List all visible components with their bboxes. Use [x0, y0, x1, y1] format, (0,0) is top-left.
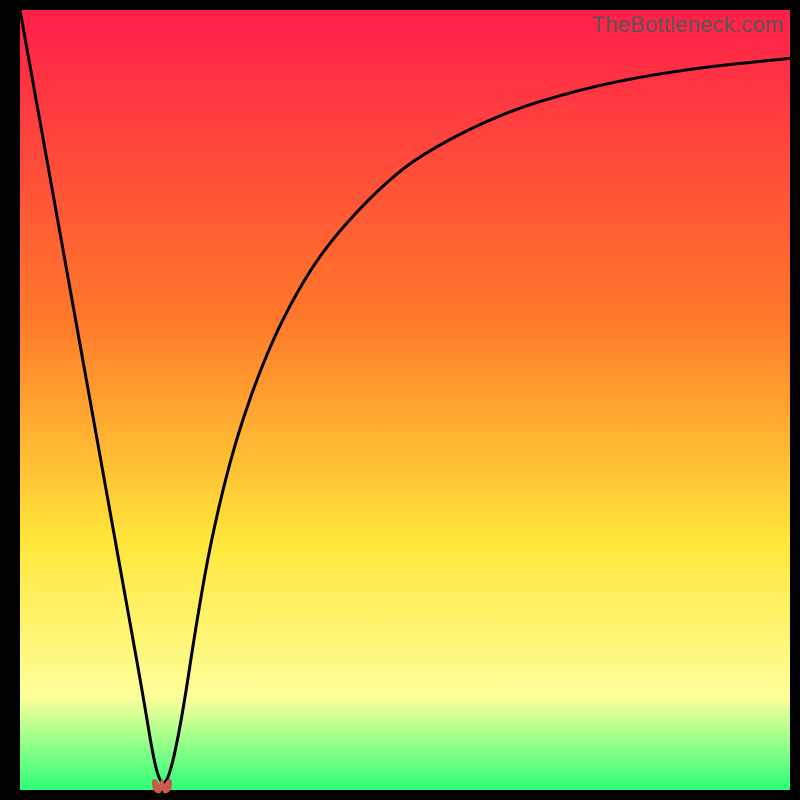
plot-area: TheBottleneck.com	[20, 10, 790, 790]
chart-frame: TheBottleneck.com	[20, 10, 790, 790]
watermark-text: TheBottleneck.com	[592, 12, 784, 38]
background-gradient	[20, 10, 790, 790]
